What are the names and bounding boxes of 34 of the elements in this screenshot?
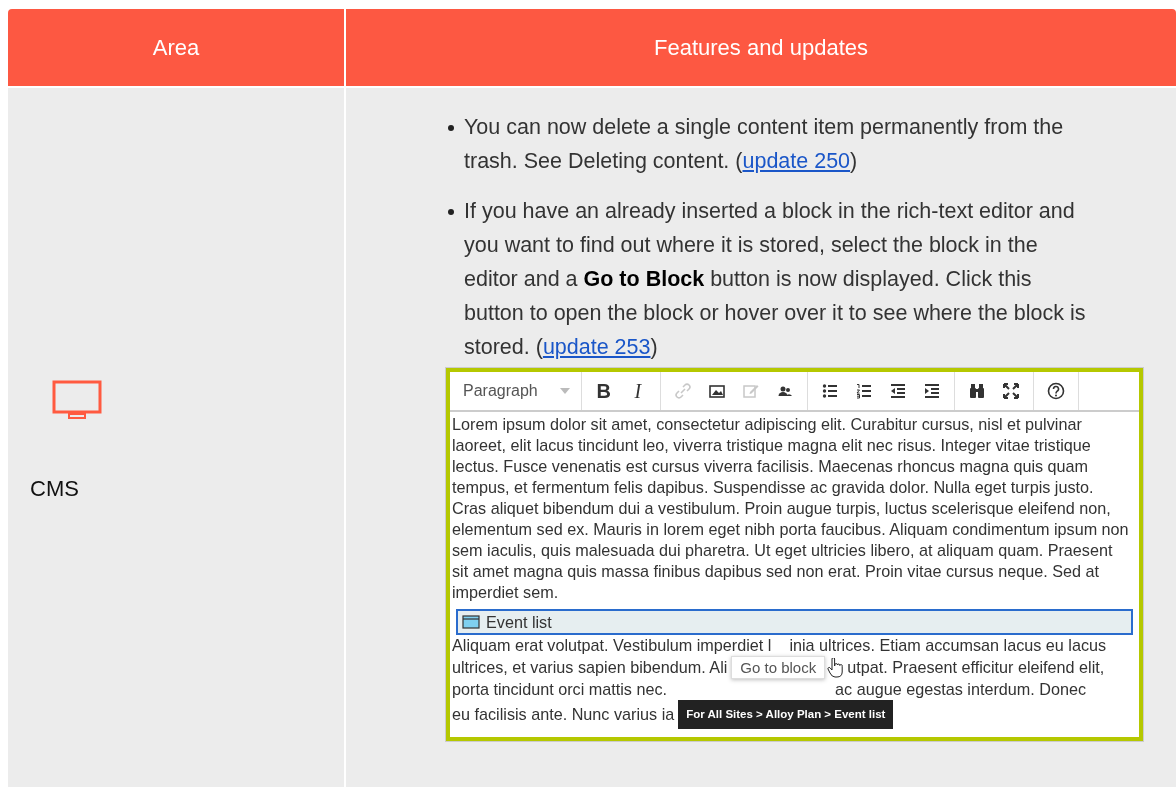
- editor-text: inia ultrices. Etiam accumsan lacus eu lacus: [789, 635, 1107, 656]
- fullscreen-icon[interactable]: [1001, 382, 1020, 400]
- outdent-icon[interactable]: [888, 382, 907, 400]
- block-label: Event list: [486, 611, 552, 633]
- bullet-icon: [448, 209, 454, 215]
- feature-description: If you have an already inserted a block in the rich-text editor and you want to find out where it is stored, select the block in the editor and a Go to Block button is now displayed. Click this button to open the block or hover over it to see where the block is stored. (update 253): [464, 198, 1087, 361]
- area-label: CMS: [30, 476, 79, 502]
- italic-button[interactable]: I: [622, 376, 653, 406]
- feature-description: You can now delete a single content item permanently from the trash. See Deleting content. (update 250): [464, 114, 1065, 175]
- monitor-icon: [52, 380, 102, 420]
- editor-text: Aliquam erat volutpat. Vestibulum imperdiet l: [452, 635, 772, 656]
- column-header: Area: [151, 33, 201, 62]
- go-to-block-button[interactable]: Go to block: [731, 656, 826, 679]
- binoculars-icon[interactable]: [967, 382, 986, 400]
- breadcrumb-tooltip: For All Sites > Alloy Plan > Event list: [678, 700, 894, 729]
- help-icon[interactable]: [1046, 382, 1065, 400]
- indent-icon[interactable]: [922, 382, 941, 400]
- update-link[interactable]: update 250: [742, 149, 851, 173]
- caret-icon: [559, 388, 570, 394]
- editor-text: utpat. Praesent efficitur eleifend elit,: [847, 657, 1105, 678]
- bold-button[interactable]: B: [588, 376, 619, 406]
- block-icon: [462, 615, 480, 629]
- editor-text: ac augue egestas interdum. Donec: [835, 679, 1087, 700]
- bulleted-list-icon[interactable]: [820, 382, 839, 400]
- format-dropdown[interactable]: Paragraph: [457, 376, 574, 406]
- editor-text: ultrices, et varius sapien bibendum. Ali: [452, 657, 728, 678]
- image-icon[interactable]: [707, 382, 726, 400]
- numbered-list-icon[interactable]: [854, 382, 873, 400]
- hand-cursor-icon: [827, 657, 844, 678]
- editor-text: eu facilisis ante. Nunc varius ia: [452, 704, 675, 725]
- editor-paragraph: Lorem ipsum dolor sit amet, consectetur adipiscing elit. Curabitur cursus, nisl et pulvinar laoreet, elit lacus tincidunt leo, viverra tristique magna elit nec risus. Integer vitae tristique lectus. Fusce venenatis est cursus viverra facilisis. Maecenas rhoncus magna quis quam tempus, et fermentum felis dapibus. Suspendisse ac gravida dolor. Nulla eget turpis justo. Cras aliquet bibendum dui a vestibulum. Proin augue turpis, luctus scelerisque eleifend non, elementum sed ex. Mauris in lorem eget nibh porta faucibus. Aliquam condimentum ipsum non sem iaculis, quis malesuada dui pharetra. Ut eget ultricies libero, at aliquam quam. Praesent sit amet magna quis massa finibus dapibus sed non erat. Proin vitae cursus neque. Sed at imperdiet sem.: [452, 414, 1130, 603]
- content-block[interactable]: Event list: [456, 609, 1133, 635]
- editor-text: porta tincidunt orci mattis nec.: [452, 679, 668, 700]
- bullet-icon: [448, 125, 454, 131]
